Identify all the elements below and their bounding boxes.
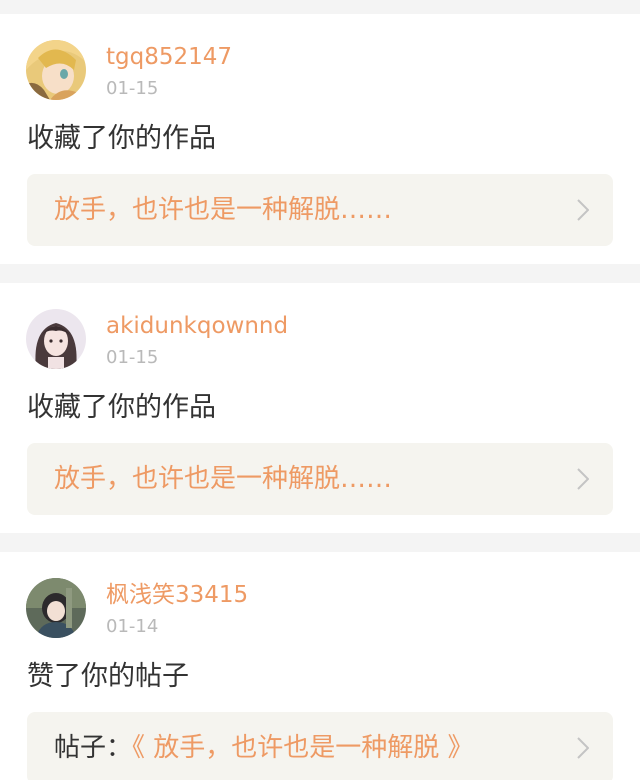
notification-date: 01-14 (106, 616, 159, 637)
notification-action-text: 收藏了你的作品 (27, 123, 216, 154)
notification-action-text: 收藏了你的作品 (27, 392, 216, 423)
notification-card: tgq852147 01-15 收藏了你的作品 放手，也许也是一种解脱…… (0, 14, 640, 264)
user-avatar[interactable] (26, 309, 86, 369)
referenced-work-text: 放手，也许也是一种解脱…… (54, 462, 392, 496)
ref-title: 《 放手，也许也是一种解脱 》 (132, 733, 474, 763)
referenced-work-link[interactable]: 放手，也许也是一种解脱…… (27, 174, 613, 246)
notification-card: akidunkqownnd 01-15 收藏了你的作品 放手，也许也是一种解脱…… (0, 283, 640, 533)
ref-title: 放手，也许也是一种解脱…… (54, 195, 393, 225)
notification-feed: tgq852147 01-15 收藏了你的作品 放手，也许也是一种解脱…… ak… (0, 0, 640, 780)
ref-title: 放手，也许也是一种解脱…… (54, 464, 393, 494)
notification-card: 枫浅笑33415 01-14 赞了你的帖子 帖子：《 放手，也许也是一种解脱 》 (0, 552, 640, 780)
chevron-right-icon (577, 737, 589, 759)
referenced-post-link[interactable]: 帖子：《 放手，也许也是一种解脱 》 (27, 712, 613, 780)
user-avatar[interactable] (26, 578, 86, 638)
ref-prefix: 帖子： (54, 733, 133, 763)
username-link[interactable]: 枫浅笑33415 (106, 580, 248, 610)
referenced-work-link[interactable]: 放手，也许也是一种解脱…… (27, 443, 613, 515)
notification-action-text: 赞了你的帖子 (27, 661, 189, 692)
child-avatar-icon (26, 578, 86, 638)
username-link[interactable]: tgq852147 (106, 42, 232, 72)
username-link[interactable]: akidunkqownnd (106, 311, 288, 341)
girl-avatar-icon (26, 309, 86, 369)
chevron-right-icon (577, 468, 589, 490)
anime-avatar-icon (26, 40, 86, 100)
referenced-work-text: 放手，也许也是一种解脱…… (54, 193, 392, 227)
referenced-post-text: 帖子：《 放手，也许也是一种解脱 》 (54, 731, 474, 765)
chevron-right-icon (577, 199, 589, 221)
user-avatar[interactable] (26, 40, 86, 100)
notification-date: 01-15 (106, 78, 159, 99)
notification-date: 01-15 (106, 347, 159, 368)
